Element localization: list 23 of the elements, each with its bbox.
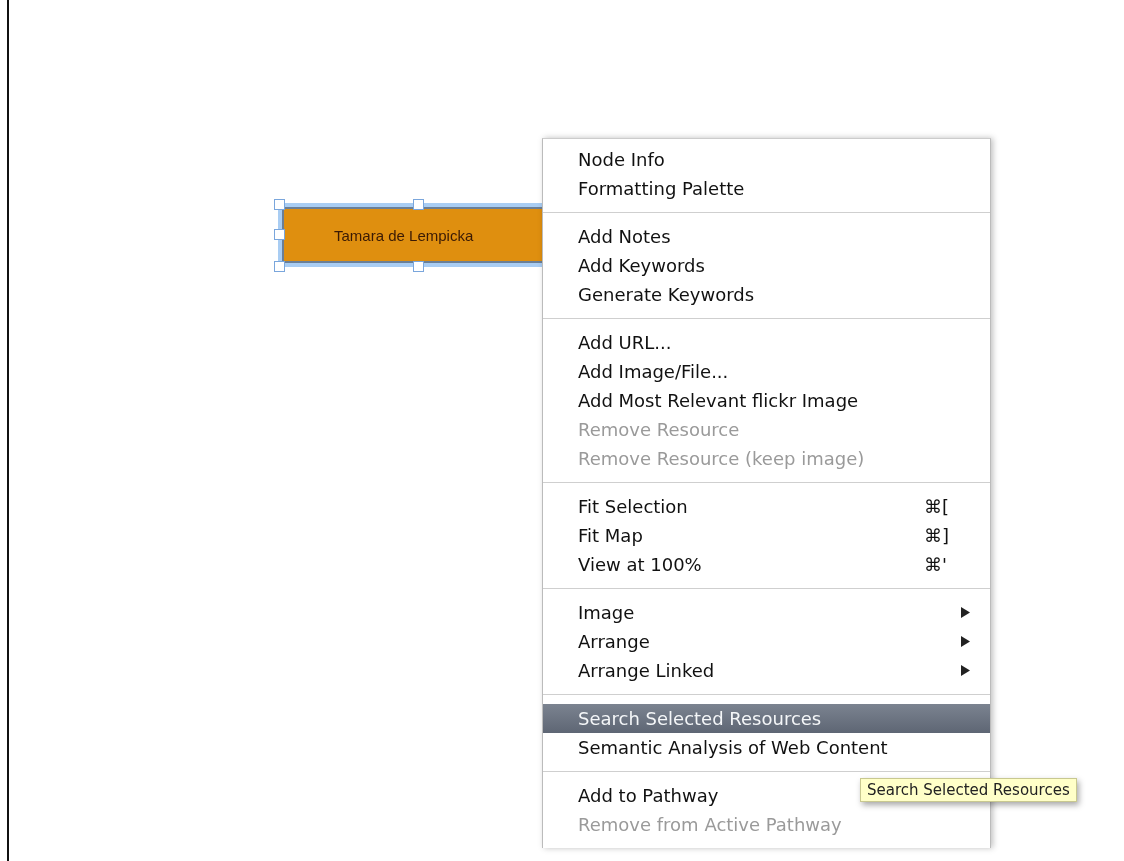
resize-handle[interactable] [413, 199, 424, 210]
menu-item[interactable]: Generate Keywords [543, 280, 990, 309]
menu-item[interactable]: Search Selected Resources [543, 704, 990, 733]
menu-item[interactable]: Fit Map ⌘] [543, 521, 990, 550]
menu-item[interactable]: Add URL... [543, 328, 990, 357]
resize-handle[interactable] [274, 261, 285, 272]
shortcut-label: ⌘] [924, 524, 950, 548]
menu-item[interactable]: Arrange Linked [543, 656, 990, 685]
resize-handle[interactable] [274, 199, 285, 210]
menu-item[interactable]: View at 100% ⌘' [543, 550, 990, 579]
menu-item[interactable]: Semantic Analysis of Web Content [543, 733, 990, 762]
shortcut-label: ⌘' [924, 553, 947, 577]
menu-item[interactable]: Fit Selection ⌘[ [543, 492, 990, 521]
menu-item[interactable]: Node Info [543, 145, 990, 174]
menu-item[interactable]: Formatting Palette [543, 174, 990, 203]
resize-handle[interactable] [413, 261, 424, 272]
menu-item[interactable]: Add Image/File... [543, 357, 990, 386]
shortcut-label: ⌘[ [924, 495, 950, 519]
resize-handle[interactable] [274, 229, 285, 240]
tooltip: Search Selected Resources [860, 778, 1077, 802]
menu-item[interactable]: Arrange [543, 627, 990, 656]
menu-item[interactable]: Image [543, 598, 990, 627]
menu-item[interactable]: Add Most Relevant flickr Image [543, 386, 990, 415]
